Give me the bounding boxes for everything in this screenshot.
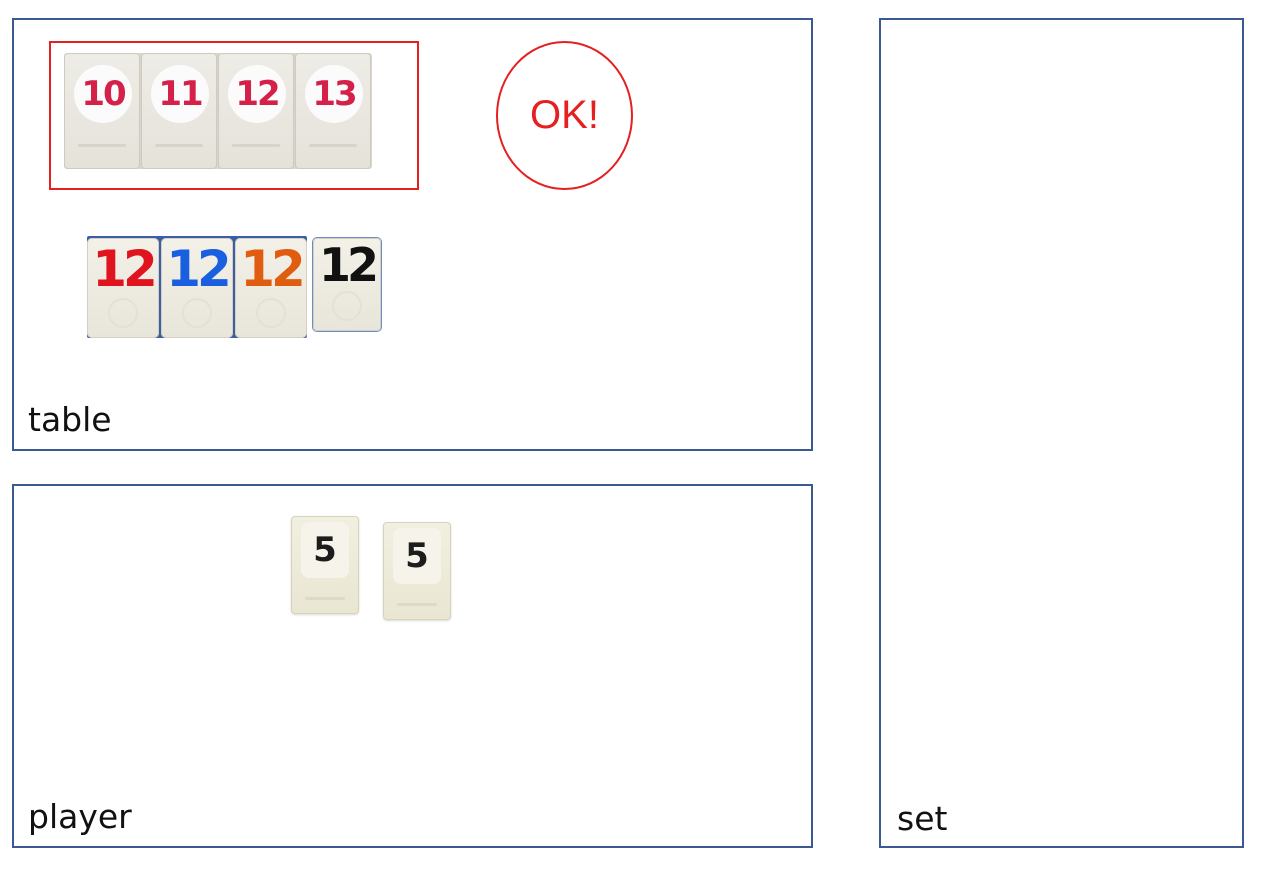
tile-12-blue[interactable]: 12 — [161, 238, 233, 338]
tile-number: 12 — [240, 240, 306, 298]
same-number-group[interactable]: 12 12 12 — [87, 236, 307, 338]
emblem-icon — [256, 298, 286, 328]
tile-number: 12 — [166, 240, 232, 298]
set-label: set — [897, 799, 948, 838]
tile-number: 11 — [158, 74, 203, 114]
brand-mark — [309, 144, 357, 147]
tile-number: 13 — [312, 74, 357, 114]
emblem-icon — [108, 298, 138, 328]
emblem-icon — [182, 298, 212, 328]
table-label: table — [28, 400, 112, 439]
tile-12-red[interactable]: 12 — [87, 238, 159, 338]
brand-mark — [155, 144, 203, 147]
tile-12-red[interactable]: 12 — [218, 53, 294, 169]
tile-face: 12 — [228, 65, 286, 123]
ok-status-badge: OK! — [496, 41, 633, 190]
brand-mark — [397, 603, 437, 606]
tile-number: 12 — [318, 238, 379, 292]
tile-face: 5 — [393, 528, 441, 584]
tile-5-black[interactable]: 5 — [383, 522, 451, 620]
tile-face: 11 — [151, 65, 209, 123]
brand-mark — [232, 144, 280, 147]
tile-12-black[interactable]: 12 — [313, 238, 381, 331]
tile-face: 13 — [305, 65, 363, 123]
brand-mark — [305, 597, 345, 600]
table-area[interactable]: 10 11 12 13 OK! 12 12 12 12 table — [12, 18, 813, 451]
tile-number: 10 — [81, 74, 126, 114]
tile-12-orange[interactable]: 12 — [235, 238, 307, 338]
tile-number: 12 — [235, 74, 280, 114]
tile-number: 5 — [405, 536, 429, 576]
tile-number: 12 — [92, 240, 158, 298]
tile-5-black[interactable]: 5 — [291, 516, 359, 614]
brand-mark — [78, 144, 126, 147]
tile-11-red[interactable]: 11 — [141, 53, 217, 169]
tile-number: 5 — [313, 530, 337, 570]
run-group[interactable]: 10 11 12 13 — [64, 53, 372, 169]
tile-face: 5 — [301, 522, 349, 578]
tile-face: 10 — [74, 65, 132, 123]
player-label: player — [28, 797, 132, 836]
tile-13-red[interactable]: 13 — [295, 53, 371, 169]
tile-10-red[interactable]: 10 — [64, 53, 140, 169]
emblem-icon — [332, 291, 362, 321]
set-area[interactable]: set — [879, 18, 1244, 848]
player-area[interactable]: 5 5 player — [12, 484, 813, 848]
